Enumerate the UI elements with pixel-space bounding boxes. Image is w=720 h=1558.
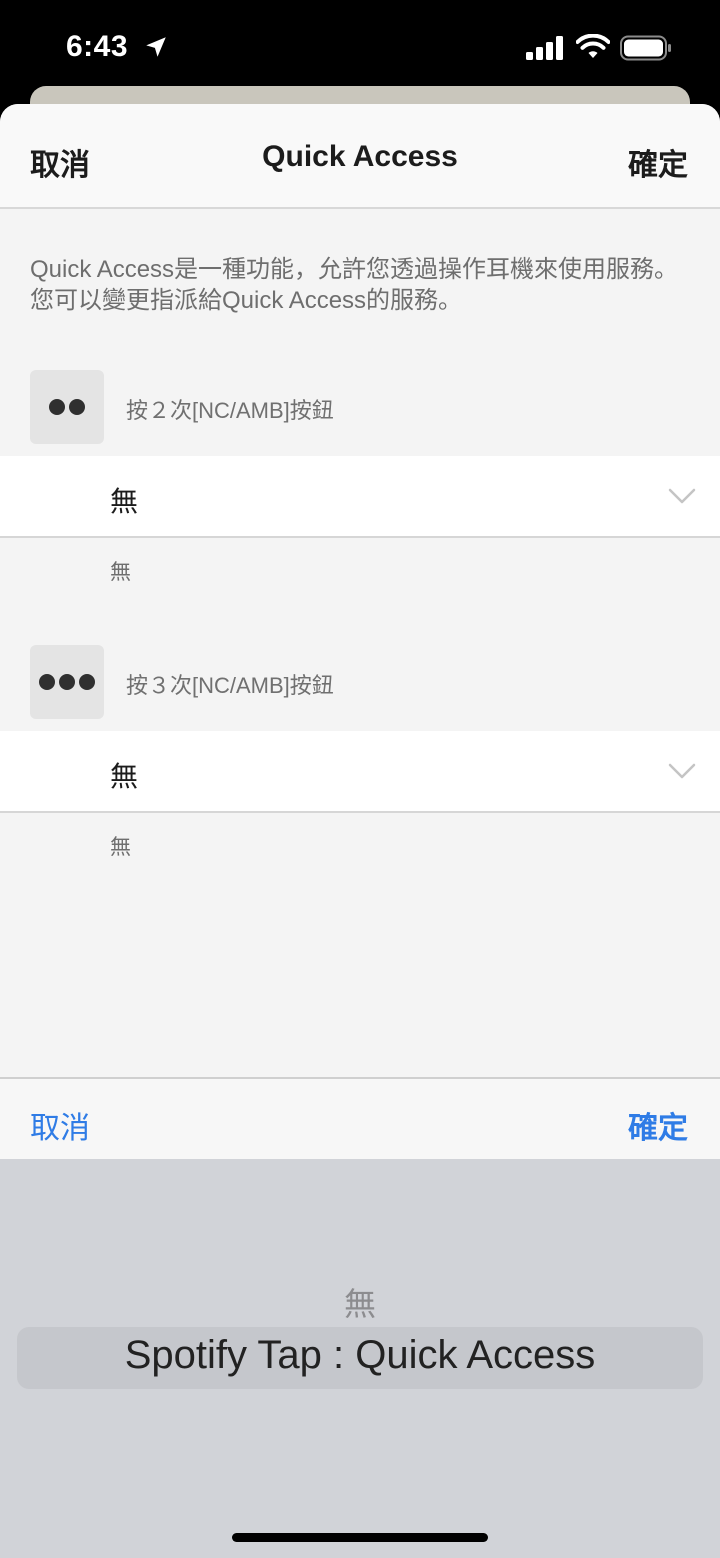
cellular-signal-icon — [526, 36, 563, 60]
status-time: 6:43 — [66, 30, 129, 63]
picker-option-selected[interactable]: Spotify Tap : Quick Access — [0, 1333, 720, 1378]
double-press-caption: 無 — [110, 561, 131, 584]
wifi-icon — [576, 34, 610, 58]
triple-press-select[interactable]: 無 — [0, 731, 720, 813]
triple-press-icon — [30, 645, 104, 719]
double-press-icon — [30, 370, 104, 444]
double-press-label: 按２次[NC/AMB]按鈕 — [126, 398, 334, 423]
picker-wheel[interactable]: 無 Spotify Tap : Quick Access — [0, 1159, 720, 1558]
screen: 6:43 取消 Quick Access 確定 Quick Access是一種功… — [0, 0, 720, 1558]
picker-confirm-button[interactable]: 確定 — [628, 1103, 688, 1147]
triple-press-selected-value: 無 — [110, 761, 139, 792]
home-indicator — [232, 1533, 488, 1542]
picker-cancel-button[interactable]: 取消 — [30, 1103, 90, 1147]
chevron-down-icon — [668, 488, 696, 504]
triple-press-label: 按３次[NC/AMB]按鈕 — [126, 673, 334, 698]
double-press-select[interactable]: 無 — [0, 456, 720, 538]
picker-toolbar: 取消 確定 — [0, 1077, 720, 1159]
sheet-header: 取消 Quick Access 確定 — [0, 104, 720, 209]
quick-access-sheet: 取消 Quick Access 確定 Quick Access是一種功能，允許您… — [0, 104, 720, 1078]
location-arrow-icon — [146, 37, 166, 57]
triple-press-row: 按３次[NC/AMB]按鈕 — [0, 645, 720, 721]
status-bar: 6:43 — [0, 0, 720, 95]
confirm-button[interactable]: 確定 — [628, 140, 688, 184]
picker-option[interactable]: 無 — [0, 1279, 720, 1325]
double-press-selected-value: 無 — [110, 486, 139, 517]
page-title: Quick Access — [262, 140, 458, 173]
chevron-down-icon — [668, 763, 696, 779]
triple-press-caption: 無 — [110, 836, 131, 859]
battery-icon — [620, 35, 671, 61]
double-press-row: 按２次[NC/AMB]按鈕 — [0, 370, 720, 446]
description-text: Quick Access是一種功能，允許您透過操作耳機來使用服務。您可以變更指派… — [30, 256, 679, 314]
